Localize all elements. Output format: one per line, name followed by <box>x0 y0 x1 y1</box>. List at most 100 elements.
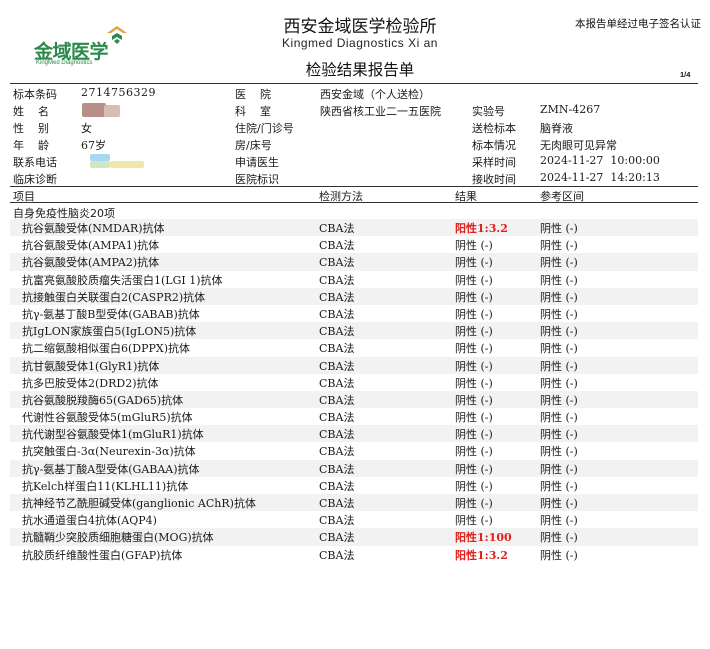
test-result: 阳性1:100 <box>455 531 512 545</box>
diagnosis-label: 临床诊断 <box>13 173 57 186</box>
sample-type-value: 脑脊液 <box>540 122 573 135</box>
test-name: 抗胶质纤维酸性蛋白(GFAP)抗体 <box>22 548 183 562</box>
table-row: 抗二缩氨酸相似蛋白6(DPPX)抗体 CBA法 阴性 (-) 阴性 (-) <box>10 339 698 356</box>
table-row: 抗富亮氨酸胶质瘤失活蛋白1(LGI 1)抗体 CBA法 阴性 (-) 阴性 (-) <box>10 271 698 288</box>
sample-condition-value: 无肉眼可见异常 <box>540 139 617 152</box>
test-name: 抗二缩氨酸相似蛋白6(DPPX)抗体 <box>22 342 191 356</box>
collect-time-value: 2024-11-27 10:00:00 <box>540 154 660 167</box>
phone-redacted <box>90 154 110 161</box>
test-name: 抗多巴胺受体2(DRD2)抗体 <box>22 376 159 390</box>
age-label: 年 龄 <box>13 139 49 152</box>
reference-range: 阴性 (-) <box>540 479 578 493</box>
test-result: 阴性 (-) <box>455 514 493 528</box>
name-redacted <box>104 105 120 117</box>
reference-range: 阴性 (-) <box>540 256 578 270</box>
test-result: 阴性 (-) <box>455 462 493 476</box>
test-method: CBA法 <box>319 445 355 459</box>
test-name: 抗髓鞘少突胶质细胞糖蛋白(MOG)抗体 <box>22 531 214 545</box>
report-title: 检验结果报告单 <box>305 61 415 79</box>
header-divider <box>10 83 698 84</box>
table-row: 抗IgLON家族蛋白5(IgLON5)抗体 CBA法 阴性 (-) 阴性 (-) <box>10 322 698 340</box>
table-row: 抗突触蛋白-3α(Neurexin-3α)抗体 CBA法 阴性 (-) 阴性 (-) <box>10 442 698 459</box>
test-result: 阴性 (-) <box>455 376 493 390</box>
sample-condition-label: 标本情况 <box>472 139 516 152</box>
reference-range: 阴性 (-) <box>540 428 578 442</box>
report-page: 金域医学 KingMed Diagnostics 西安金域医学检验所 Kingm… <box>0 0 710 649</box>
phone-label: 联系电话 <box>13 156 57 169</box>
test-method: CBA法 <box>319 239 355 253</box>
test-method: CBA法 <box>319 411 355 425</box>
test-result: 阴性 (-) <box>455 497 493 510</box>
gender-label: 性 别 <box>13 122 49 135</box>
test-name: 抗γ-氨基丁酸B型受体(GABAB)抗体 <box>22 307 200 321</box>
test-method: CBA法 <box>319 342 355 356</box>
test-result: 阴性 (-) <box>455 273 493 287</box>
test-method: CBA法 <box>319 273 355 287</box>
reference-range: 阴性 (-) <box>540 239 578 253</box>
table-header-divider <box>10 202 698 203</box>
test-result: 阴性 (-) <box>455 411 493 425</box>
reference-range: 阴性 (-) <box>540 290 578 304</box>
reference-range: 阴性 (-) <box>540 307 578 321</box>
receive-time-value: 2024-11-27 14:20:13 <box>540 171 660 184</box>
table-row: 抗代谢型谷氨酸受体1(mGluR1)抗体 CBA法 阴性 (-) 阴性 (-) <box>10 425 698 443</box>
test-method: CBA法 <box>319 222 355 235</box>
test-name: 抗神经节乙酰胆碱受体(ganglionic AChR)抗体 <box>22 497 256 510</box>
test-result: 阴性 (-) <box>455 290 493 304</box>
reference-range: 阴性 (-) <box>540 393 578 407</box>
organization-name-en: Kingmed Diagnostics Xi an <box>282 36 438 50</box>
table-row: 代谢性谷氨酸受体5(mGluR5)抗体 CBA法 阴性 (-) 阴性 (-) <box>10 408 698 425</box>
test-method: CBA法 <box>319 497 355 510</box>
barcode-value: 2714756329 <box>81 86 156 99</box>
reference-range: 阴性 (-) <box>540 273 578 287</box>
test-result: 阴性 (-) <box>455 393 493 407</box>
reference-range: 阴性 (-) <box>540 359 578 373</box>
test-result: 阴性 (-) <box>455 325 493 339</box>
test-name: 抗谷氨酸受体(AMPA2)抗体 <box>22 256 160 270</box>
reference-range: 阴性 (-) <box>540 497 578 510</box>
test-name: 抗γ-氨基丁酸A型受体(GABAA)抗体 <box>22 462 200 476</box>
table-row: 抗γ-氨基丁酸A型受体(GABAA)抗体 CBA法 阴性 (-) 阴性 (-) <box>10 459 698 477</box>
reference-range: 阴性 (-) <box>540 462 578 476</box>
hospital-value: 西安金域（个人送检） <box>320 88 430 101</box>
sample-type-label: 送检标本 <box>472 122 516 135</box>
test-name: 抗突触蛋白-3α(Neurexin-3α)抗体 <box>22 445 196 459</box>
test-method: CBA法 <box>319 531 355 545</box>
bed-no-label: 房/床号 <box>235 139 272 152</box>
phone-redacted <box>110 161 144 168</box>
test-result: 阴性 (-) <box>455 239 493 253</box>
table-row: 抗谷氨酸受体(AMPA2)抗体 CBA法 阴性 (-) 阴性 (-) <box>10 253 698 271</box>
test-method: CBA法 <box>319 393 355 407</box>
name-label: 姓 名 <box>13 105 49 118</box>
barcode-label: 标本条码 <box>13 88 57 101</box>
page-number: 1/4 <box>680 70 691 79</box>
test-name: 抗接触蛋白关联蛋白2(CASPR2)抗体 <box>22 290 206 304</box>
info-divider <box>10 186 698 187</box>
reference-range: 阴性 (-) <box>540 514 578 528</box>
gender-value: 女 <box>81 122 92 135</box>
reference-range: 阴性 (-) <box>540 445 578 459</box>
test-method: CBA法 <box>319 359 355 373</box>
test-name: 抗IgLON家族蛋白5(IgLON5)抗体 <box>22 325 197 339</box>
table-row: 抗接触蛋白关联蛋白2(CASPR2)抗体 CBA法 阴性 (-) 阴性 (-) <box>10 287 698 305</box>
test-method: CBA法 <box>319 325 355 339</box>
test-method: CBA法 <box>319 462 355 476</box>
test-name: 抗Kelch样蛋白11(KLHL11)抗体 <box>22 479 189 493</box>
test-name: 抗谷氨酸受体(AMPA1)抗体 <box>22 239 160 253</box>
test-result: 阳性1:3.2 <box>455 222 508 235</box>
table-row: 抗Kelch样蛋白11(KLHL11)抗体 CBA法 阴性 (-) 阴性 (-) <box>10 477 698 494</box>
table-row: 抗神经节乙酰胆碱受体(ganglionic AChR)抗体 CBA法 阴性 (-) 阴… <box>10 494 698 512</box>
reference-range: 阴性 (-) <box>540 325 578 339</box>
table-row: 抗水通道蛋白4抗体(AQP4) CBA法 阴性 (-) 阴性 (-) <box>10 511 698 528</box>
e-signature-note: 本报告单经过电子签名认证 <box>575 18 701 30</box>
inpatient-no-label: 住院/门诊号 <box>235 122 294 135</box>
table-row: 抗甘氨酸受体1(GlyR1)抗体 CBA法 阴性 (-) 阴性 (-) <box>10 356 698 374</box>
test-result: 阴性 (-) <box>455 479 493 493</box>
reference-range: 阴性 (-) <box>540 376 578 390</box>
test-result: 阴性 (-) <box>455 256 493 270</box>
test-name: 抗甘氨酸受体1(GlyR1)抗体 <box>22 359 160 373</box>
reference-range: 阴性 (-) <box>540 342 578 356</box>
test-name: 抗水通道蛋白4抗体(AQP4) <box>22 514 157 528</box>
test-name: 抗谷氨酸受体(NMDAR)抗体 <box>22 222 165 235</box>
test-method: CBA法 <box>319 514 355 528</box>
